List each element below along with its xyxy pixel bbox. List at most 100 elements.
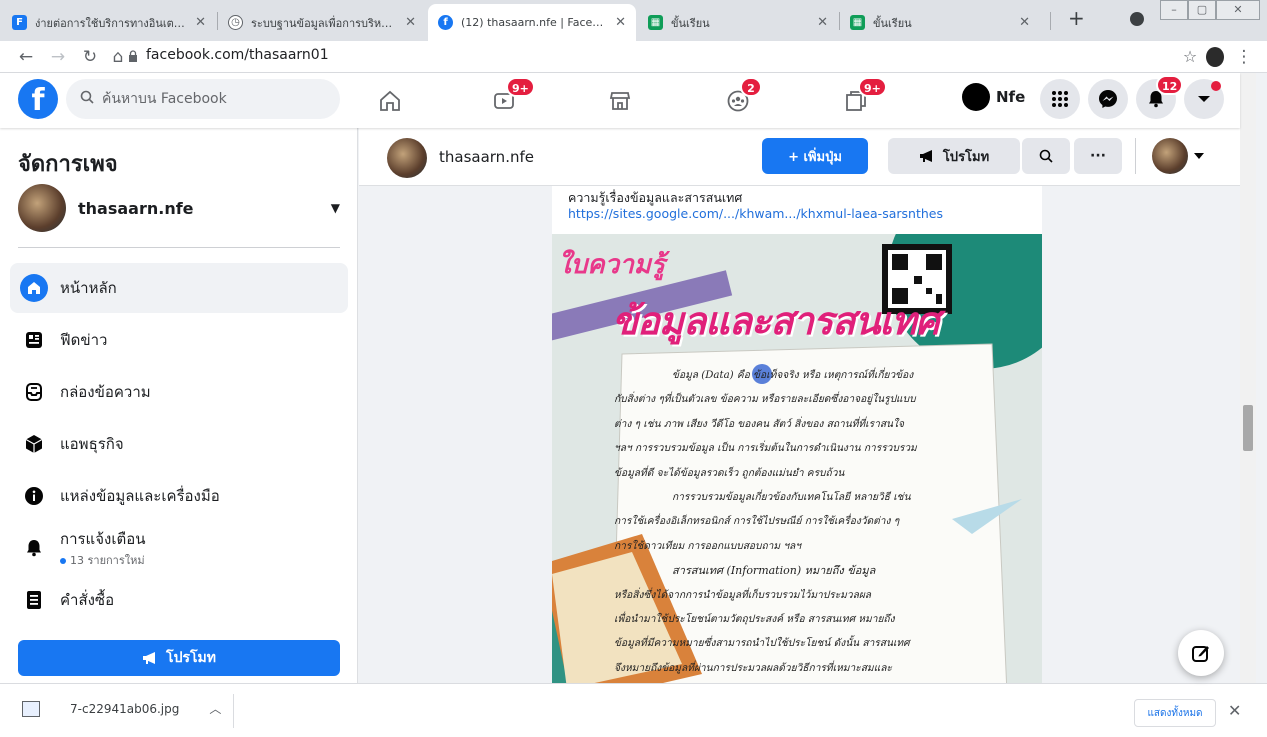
scrollbar-thumb[interactable] xyxy=(1243,405,1253,451)
avatar xyxy=(962,83,990,111)
nav-home-icon[interactable] xyxy=(370,81,410,121)
sidebar-item-label: หน้าหลัก xyxy=(60,279,117,297)
sidebar-item-business-apps[interactable]: แอพธุรกิจ xyxy=(10,419,348,469)
account-caret-icon[interactable] xyxy=(1184,79,1224,119)
page-search-button[interactable] xyxy=(1022,138,1070,174)
browser-tab-3[interactable]: f (12) thasaarn.nfe | Facebook ✕ xyxy=(428,4,636,41)
business-apps-icon xyxy=(20,430,48,458)
sidebar-item-news-feed[interactable]: ฟีดข่าว xyxy=(10,315,348,365)
more-options-button[interactable]: ··· xyxy=(1074,138,1122,174)
nav-gaming-icon[interactable]: 9+ xyxy=(836,77,887,121)
sidebar-item-label: แหล่งข้อมูลและเครื่องมือ xyxy=(60,487,220,505)
search-input[interactable]: ค้นหาบน Facebook xyxy=(66,79,340,119)
sheet-heading-small: ใบความรู้ xyxy=(558,250,665,280)
page-header-bar: thasaarn.nfe + เพิ่มปุ่ม โปรโมท ··· xyxy=(359,128,1240,186)
menu-kebab-icon[interactable]: ⋮ xyxy=(1232,45,1256,69)
sidebar-item-label: ฟีดข่าว xyxy=(60,331,108,349)
more-dots-icon: ··· xyxy=(1090,148,1106,164)
close-icon[interactable]: ✕ xyxy=(195,15,206,30)
profile-chip[interactable]: Nfe xyxy=(962,83,1025,111)
facebook-top-nav: f ค้นหาบน Facebook 9+ 2 9+ Nfe 12 xyxy=(0,73,1240,128)
notifications-subtext: 13 รายการใหม่ xyxy=(60,551,145,569)
caret-down-icon xyxy=(1194,152,1204,159)
page-name[interactable]: thasaarn.nfe xyxy=(439,148,534,166)
url-text[interactable]: facebook.com/thasaarn01 xyxy=(146,47,329,63)
notifications-bell-icon[interactable]: 12 xyxy=(1136,75,1184,119)
browser-tab-5[interactable]: ▦ ขั้นเรียน ✕ xyxy=(840,4,1040,41)
nav-marketplace-icon[interactable] xyxy=(600,81,640,121)
address-bar: ← → ↻ ⌂ facebook.com/thasaarn01 ☆ ⋮ xyxy=(0,41,1267,73)
nav-watch-icon[interactable]: 9+ xyxy=(484,77,535,121)
page-avatar xyxy=(18,184,66,232)
promote-button[interactable]: โปรโมท xyxy=(888,138,1020,174)
close-icon[interactable]: ✕ xyxy=(1228,701,1241,720)
info-icon xyxy=(20,482,48,510)
post-card: ความรู้เรื่องข้อมูลและสารสนเทศ https://s… xyxy=(552,186,1042,683)
back-arrow-icon[interactable]: ← xyxy=(14,45,38,69)
nav-groups-icon[interactable]: 2 xyxy=(718,77,762,121)
megaphone-icon xyxy=(143,652,156,664)
close-icon[interactable]: ✕ xyxy=(405,15,416,30)
post-link[interactable]: https://sites.google.com/.../khwam.../kh… xyxy=(568,206,943,222)
tab-title: ขั้นเรียน xyxy=(873,16,912,30)
profile-circle-icon[interactable] xyxy=(1130,12,1144,26)
browser-tab-2[interactable]: ◷ ระบบฐานข้อมูลเพื่อการบริหารจัด ✕ xyxy=(218,4,426,41)
page-switcher[interactable]: thasaarn.nfe ▼ xyxy=(18,183,340,233)
post-image[interactable]: ใบความรู้ ข้อมูลและสารสนเทศ ข้อมูล (Data… xyxy=(552,234,1042,683)
forward-arrow-icon[interactable]: → xyxy=(46,45,70,69)
sidebar-item-home[interactable]: หน้าหลัก xyxy=(10,263,348,313)
watch-badge: 9+ xyxy=(506,77,535,97)
maximize-icon[interactable]: ▢ xyxy=(1188,0,1216,20)
avatar xyxy=(1152,138,1188,174)
chevron-up-icon[interactable]: ︿ xyxy=(209,700,221,717)
add-button[interactable]: + เพิ่มปุ่ม xyxy=(762,138,868,174)
acting-as-switcher[interactable] xyxy=(1152,138,1204,174)
user-avatar[interactable] xyxy=(1206,47,1224,67)
sidebar-item-label: การแจ้งเตือน xyxy=(60,530,146,548)
minimize-icon[interactable]: – xyxy=(1160,0,1188,20)
browser-tab-1[interactable]: F ง่ายต่อการใช้บริการทางอินเตอร์เ ✕ xyxy=(2,4,216,41)
news-feed-icon xyxy=(20,326,48,354)
menu-grid-icon[interactable] xyxy=(1040,79,1080,119)
window-close-icon[interactable]: ✕ xyxy=(1216,0,1260,20)
clock-icon: ◷ xyxy=(228,15,243,30)
sidebar-item-label: แอพธุรกิจ xyxy=(60,435,124,453)
messenger-icon[interactable] xyxy=(1088,79,1128,119)
sheet-heading-big: ข้อมูลและสารสนเทศ xyxy=(612,299,940,343)
image-file-icon xyxy=(22,700,40,717)
lock-icon[interactable] xyxy=(128,50,138,62)
tab-title: (12) thasaarn.nfe | Facebook xyxy=(461,16,608,29)
page-scrollbar[interactable] xyxy=(1240,73,1256,683)
star-icon[interactable]: ☆ xyxy=(1178,45,1202,69)
notification-dot xyxy=(1211,81,1221,91)
sheet-body: ข้อมูล (Data) คือ ข้อเท็จจริง หรือ เหตุก… xyxy=(614,370,917,674)
download-bar: 7-c22941ab06.jpg ︿ แสดงทั้งหมด ✕ xyxy=(0,683,1267,737)
promote-button[interactable]: โปรโมท xyxy=(18,640,340,676)
classroom-icon: ▦ xyxy=(850,15,865,30)
edit-icon xyxy=(1192,646,1209,662)
home-icon[interactable]: ⌂ xyxy=(106,45,130,69)
groups-badge: 2 xyxy=(740,77,762,97)
sidebar-item-inbox[interactable]: กล่องข้อความ xyxy=(10,367,348,417)
show-all-button[interactable]: แสดงทั้งหมด xyxy=(1134,699,1216,727)
compose-button[interactable] xyxy=(1178,630,1224,676)
new-tab-plus-icon[interactable]: + xyxy=(1068,6,1085,30)
megaphone-icon xyxy=(919,150,932,162)
search-icon xyxy=(80,90,94,108)
reload-icon[interactable]: ↻ xyxy=(78,45,102,69)
sidebar-item-orders[interactable]: คำสั่งซื้อ xyxy=(10,575,348,625)
close-icon[interactable]: ✕ xyxy=(817,15,828,30)
sidebar-title: จัดการเพจ xyxy=(18,152,118,177)
manage-page-sidebar: จัดการเพจ thasaarn.nfe ▼ หน้าหลัก ฟีดข่า… xyxy=(0,128,358,683)
sidebar-item-resources-tools[interactable]: แหล่งข้อมูลและเครื่องมือ xyxy=(10,471,348,521)
download-item[interactable]: 7-c22941ab06.jpg ︿ xyxy=(22,700,221,717)
browser-tab-4[interactable]: ▦ ขั้นเรียน ✕ xyxy=(638,4,838,41)
page-avatar[interactable] xyxy=(387,138,427,178)
browser-tab-strip: F ง่ายต่อการใช้บริการทางอินเตอร์เ ✕ ◷ ระ… xyxy=(0,0,1267,41)
close-icon[interactable]: ✕ xyxy=(1019,15,1030,30)
tab-title: ระบบฐานข้อมูลเพื่อการบริหารจัด xyxy=(251,16,398,30)
facebook-square-icon: F xyxy=(12,15,27,30)
facebook-logo[interactable]: f xyxy=(18,79,58,119)
sidebar-item-notifications[interactable]: การแจ้งเตือน 13 รายการใหม่ xyxy=(10,523,348,573)
close-icon[interactable]: ✕ xyxy=(615,15,626,30)
